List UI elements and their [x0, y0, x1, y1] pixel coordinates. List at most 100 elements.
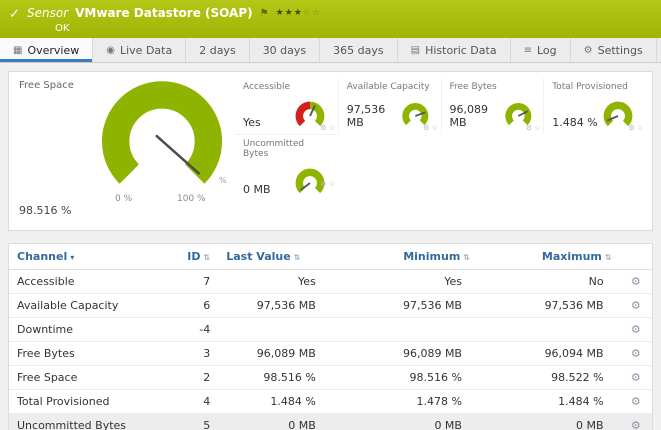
minimum-value: 96,089 MB [332, 342, 478, 366]
table-row-available-capacity: Available Capacity 6 97,536 MB 97,536 MB… [9, 294, 652, 318]
gauge-label: Uncommitted Bytes [243, 139, 330, 159]
maximum-value: 0 MB [478, 414, 620, 430]
gauge-settings-icon[interactable]: ⚙ [628, 124, 634, 132]
gauge-favorite-icon[interactable]: ☆ [328, 124, 334, 132]
column-header-last-value[interactable]: Last Value⇅ [218, 244, 332, 270]
channel-id: 2 [176, 366, 218, 390]
column-header-minimum[interactable]: Minimum⇅ [332, 244, 478, 270]
tab-log[interactable]: ≡ Log [511, 38, 571, 62]
gauge-settings-icon[interactable]: ⚙ [423, 124, 429, 132]
channel-id: 4 [176, 390, 218, 414]
log-icon: ≡ [524, 45, 532, 56]
sensor-page: ✓ Sensor VMware Datastore (SOAP) ⚑ ★★★☆☆… [0, 0, 661, 430]
gauge-scale-max: 100 % [177, 194, 206, 204]
free-space-gauge [87, 76, 237, 194]
channel-name[interactable]: Uncommitted Bytes [9, 414, 176, 430]
maximum-value: 97,536 MB [478, 294, 620, 318]
gauge-favorite-icon[interactable]: ☆ [328, 180, 334, 188]
tab-live-data[interactable]: ◉ Live Data [93, 38, 186, 62]
channel-name[interactable]: Accessible [9, 270, 176, 294]
table-header-row: Channel▾ ID⇅ Last Value⇅ Minimum⇅ Maximu… [9, 244, 652, 270]
gauge-label: Free Bytes [450, 82, 536, 92]
gauge-unit-label: % [219, 176, 227, 185]
last-value: 0 MB [218, 414, 332, 430]
stars-empty: ☆☆ [303, 8, 321, 18]
maximum-value: 98.522 % [478, 366, 620, 390]
tab-bar: ▦ Overview ◉ Live Data 2 days 30 days 36… [0, 38, 661, 63]
priority-stars[interactable]: ★★★☆☆ [276, 8, 321, 18]
gauges-panel: Free Space 0 % 100 % % 98.516 % Accessib… [8, 71, 653, 231]
channel-settings-icon[interactable]: ⚙ [631, 371, 641, 384]
column-header-maximum[interactable]: Maximum⇅ [478, 244, 620, 270]
tab-365-days[interactable]: 365 days [320, 38, 397, 62]
flag-icon[interactable]: ⚑ [260, 8, 269, 19]
tab-overview[interactable]: ▦ Overview [0, 38, 93, 62]
last-value: Yes [218, 270, 332, 294]
tab-30-days[interactable]: 30 days [250, 38, 320, 62]
channel-settings-icon[interactable]: ⚙ [631, 347, 641, 360]
table-row-uncommitted-bytes: Uncommitted Bytes 5 0 MB 0 MB 0 MB ⚙ [9, 414, 652, 430]
maximum-value [478, 318, 620, 342]
last-value: 1.484 % [218, 390, 332, 414]
minimum-value: 1.478 % [332, 390, 478, 414]
tab-label: Settings [598, 44, 643, 57]
channel-id: 3 [176, 342, 218, 366]
gauge-favorite-icon[interactable]: ☆ [534, 124, 540, 132]
tab-label: Log [537, 44, 557, 57]
gauge-settings-icon[interactable]: ⚙ [320, 124, 326, 132]
column-header-channel[interactable]: Channel▾ [9, 244, 176, 270]
stars-filled: ★★★ [276, 8, 303, 18]
channel-settings-icon[interactable]: ⚙ [631, 395, 641, 408]
tab-historic-data[interactable]: ▤ Historic Data [398, 38, 511, 62]
sort-descending-icon: ▾ [70, 253, 74, 262]
channel-settings-icon[interactable]: ⚙ [631, 299, 641, 312]
gauge-cell-available-capacity: Available Capacity 97,536 MB ⚙☆ [338, 78, 441, 134]
minimum-value: 98.516 % [332, 366, 478, 390]
object-kind-label: Sensor [27, 6, 68, 20]
minimum-value [332, 318, 478, 342]
minimum-value: 0 MB [332, 414, 478, 430]
tab-settings[interactable]: ⚙ Settings [571, 38, 657, 62]
gauge-scale-min: 0 % [115, 194, 132, 204]
gauge-cell-free-bytes: Free Bytes 96,089 MB ⚙☆ [441, 78, 544, 134]
gauge-label: Available Capacity [347, 82, 433, 92]
channel-settings-icon[interactable]: ⚙ [631, 419, 641, 430]
status-badge: OK [55, 23, 69, 34]
tab-label: 30 days [263, 44, 306, 57]
channel-settings-icon[interactable]: ⚙ [631, 275, 641, 288]
channel-id: -4 [176, 318, 218, 342]
channel-name[interactable]: Available Capacity [9, 294, 176, 318]
tab-label: 365 days [333, 44, 383, 57]
channel-name[interactable]: Downtime [9, 318, 176, 342]
maximum-value: No [478, 270, 620, 294]
channel-settings-icon[interactable]: ⚙ [631, 323, 641, 336]
channel-id: 7 [176, 270, 218, 294]
channel-name[interactable]: Total Provisioned [9, 390, 176, 414]
channel-name[interactable]: Free Space [9, 366, 176, 390]
maximum-value: 96,094 MB [478, 342, 620, 366]
tab-label: Overview [27, 44, 79, 57]
main-gauge-label: Free Space [19, 80, 74, 91]
gauge-label: Total Provisioned [552, 82, 638, 92]
gauge-favorite-icon[interactable]: ☆ [431, 124, 437, 132]
gauge-cell-total-provisioned: Total Provisioned 1.484 % ⚙☆ [543, 78, 646, 134]
overview-content: Free Space 0 % 100 % % 98.516 % Accessib… [0, 63, 661, 430]
table-row-downtime: Downtime -4 ⚙ [9, 318, 652, 342]
channel-id: 5 [176, 414, 218, 430]
gauge-value: 96,089 MB [450, 103, 501, 132]
tab-label: Historic Data [425, 44, 497, 57]
channel-table: Channel▾ ID⇅ Last Value⇅ Minimum⇅ Maximu… [9, 244, 652, 430]
minimum-value: 97,536 MB [332, 294, 478, 318]
tab-label: 2 days [199, 44, 235, 57]
channel-id: 6 [176, 294, 218, 318]
tab-2-days[interactable]: 2 days [186, 38, 249, 62]
gauge-value: 97,536 MB [347, 103, 398, 132]
channel-name[interactable]: Free Bytes [9, 342, 176, 366]
overview-icon: ▦ [13, 45, 22, 56]
gauge-favorite-icon[interactable]: ☆ [637, 124, 643, 132]
column-header-id[interactable]: ID⇅ [176, 244, 218, 270]
gauge-settings-icon[interactable]: ⚙ [320, 180, 326, 188]
table-row-accessible: Accessible 7 Yes Yes No ⚙ [9, 270, 652, 294]
table-row-total-provisioned: Total Provisioned 4 1.484 % 1.478 % 1.48… [9, 390, 652, 414]
gauge-settings-icon[interactable]: ⚙ [526, 124, 532, 132]
